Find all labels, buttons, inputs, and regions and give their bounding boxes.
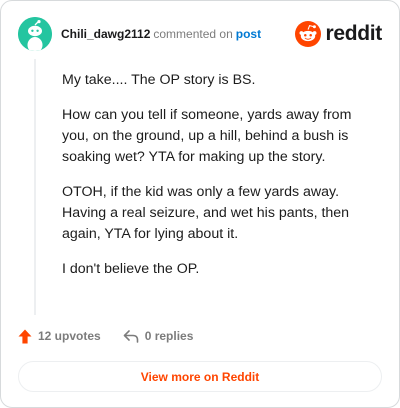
comment-paragraph: My take.... The OP story is BS. (62, 72, 256, 88)
upvote-arrow-icon[interactable] (18, 329, 32, 344)
view-more-button[interactable]: View more on Reddit (18, 361, 382, 392)
comment-body: My take.... The OP story is BS. How can … (62, 70, 382, 294)
replies-count: 0 replies (144, 329, 194, 343)
replies[interactable]: 0 replies (123, 329, 194, 343)
commented-on-text: commented on (153, 27, 233, 41)
comment-header: Chili_dawg2112 commented on post (18, 17, 261, 51)
comment-actions: 12 upvotes 0 replies (18, 327, 193, 345)
thread-line (34, 59, 36, 315)
comment-paragraph: I don't believe the OP. (62, 261, 200, 277)
username[interactable]: Chili_dawg2112 (61, 27, 150, 41)
reply-arrow-icon[interactable] (123, 329, 139, 343)
upvotes-count: 12 upvotes (38, 329, 101, 343)
comment-paragraph: OTOH, if the kid was only a few yards aw… (62, 184, 350, 242)
upvotes[interactable]: 12 upvotes (18, 329, 101, 344)
avatar[interactable] (18, 17, 52, 51)
comment-embed-card: Chili_dawg2112 commented on post reddit My… (0, 0, 400, 408)
reddit-logo[interactable]: reddit (295, 21, 382, 47)
reddit-snoo-icon (295, 21, 322, 47)
snoo-avatar-icon (18, 17, 52, 51)
post-link[interactable]: post (236, 27, 261, 41)
comment-paragraph: How can you tell if someone, yards away … (62, 107, 352, 165)
reddit-wordmark: reddit (325, 22, 382, 45)
comment-meta: Chili_dawg2112 commented on post (61, 27, 261, 41)
